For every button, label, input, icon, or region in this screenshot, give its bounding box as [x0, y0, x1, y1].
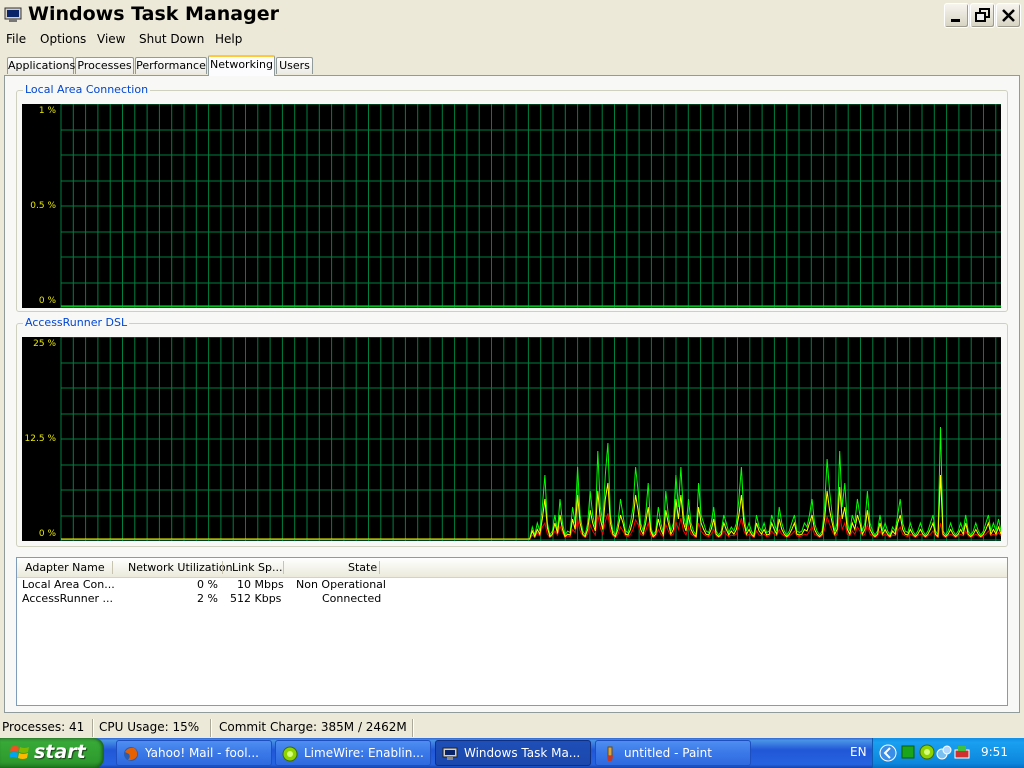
status-cpu-usage: CPU Usage: 15% [99, 720, 200, 734]
show-hidden-icons-icon[interactable] [879, 744, 897, 762]
adapter-utilization: 0 % [197, 578, 218, 591]
y-axis-label: 0 % [38, 296, 56, 306]
taskbar-button-yahoo-mail[interactable]: Yahoo! Mail - fool... [116, 740, 272, 766]
group-title: Local Area Connection [23, 83, 151, 96]
taskmanager-icon [4, 7, 22, 22]
column-network-utilization[interactable]: Network Utilization [128, 561, 233, 574]
tab-networking[interactable]: Networking [208, 55, 275, 76]
column-separator [283, 561, 284, 574]
adapter-link-speed: 10 Mbps [237, 578, 284, 591]
taskbar-button-label: Windows Task Ma... [464, 746, 581, 760]
restore-icon [975, 8, 990, 22]
y-axis-label: 12.5 % [24, 434, 56, 444]
tab-processes[interactable]: Processes [75, 57, 134, 74]
adapter-list[interactable]: Adapter Name Network Utilization Link Sp… [16, 557, 1008, 706]
system-tray: 9:51 [872, 738, 1024, 768]
start-button[interactable]: start [0, 738, 104, 768]
connection-tray-icon[interactable] [954, 744, 970, 760]
menu-shut-down[interactable]: Shut Down [139, 32, 204, 46]
graph-accessrunner-dsl: 25 % 12.5 % 0 % [22, 337, 1001, 541]
y-axis-label: 25 % [33, 339, 56, 349]
paint-icon [607, 746, 613, 761]
close-button[interactable] [996, 3, 1021, 28]
y-axis-label: 1 % [38, 106, 56, 116]
column-link-speed[interactable]: Link Sp... [232, 561, 282, 574]
tab-performance[interactable]: Performance [135, 57, 207, 74]
minimize-icon [951, 19, 960, 22]
status-separator [210, 719, 211, 737]
y-axis-label: 0 % [38, 529, 56, 539]
table-row[interactable]: Local Area Con... 0 % 10 Mbps Non Operat… [17, 578, 1007, 592]
taskbar-button-label: untitled - Paint [624, 746, 712, 760]
limewire-icon [282, 746, 298, 762]
column-separator [222, 561, 223, 574]
taskbar-button-label: LimeWire: Enablin... [304, 746, 424, 760]
menu-bar: File Options View Shut Down Help [0, 31, 1024, 51]
language-indicator[interactable]: EN [850, 745, 867, 759]
menu-file[interactable]: File [6, 32, 26, 46]
column-adapter-name[interactable]: Adapter Name [25, 561, 105, 574]
taskbar-button-paint[interactable]: untitled - Paint [595, 740, 751, 766]
minimize-button[interactable] [944, 3, 969, 28]
tab-strip: Applications Processes Performance Netwo… [0, 55, 1024, 76]
tab-users[interactable]: Users [276, 57, 313, 74]
taskmanager-icon [442, 747, 458, 760]
network-status-icon[interactable] [901, 745, 915, 759]
status-separator [412, 719, 413, 737]
menu-help[interactable]: Help [215, 32, 242, 46]
table-row[interactable]: AccessRunner ... 2 % 512 Kbps Connected [17, 592, 1007, 606]
close-icon [1002, 9, 1015, 22]
adapter-name: Local Area Con... [22, 578, 115, 591]
windows-logo-icon [10, 746, 29, 759]
adapter-name: AccessRunner ... [22, 592, 113, 605]
limewire-tray-icon[interactable] [919, 744, 935, 760]
start-label: start [34, 741, 86, 763]
y-axis-label: 0.5 % [30, 201, 56, 211]
tab-applications[interactable]: Applications [7, 57, 75, 74]
taskbar-button-task-manager[interactable]: Windows Task Ma... [435, 740, 591, 766]
taskbar-button-limewire[interactable]: LimeWire: Enablin... [275, 740, 431, 766]
security-tray-icon[interactable] [936, 744, 952, 760]
column-separator [379, 561, 380, 574]
adapter-state: Non Operational [296, 578, 386, 591]
status-separator [92, 719, 93, 737]
clock[interactable]: 9:51 [981, 745, 1008, 759]
column-state[interactable]: State [348, 561, 377, 574]
adapter-state: Connected [322, 592, 382, 605]
group-title: AccessRunner DSL [23, 316, 130, 329]
adapter-utilization: 2 % [197, 592, 218, 605]
status-processes: Processes: 41 [2, 720, 85, 734]
network-history-graph [60, 104, 1001, 308]
taskbar: start Yahoo! Mail - fool... LimeWire: En… [0, 738, 1024, 768]
firefox-icon [124, 747, 138, 761]
graph-local-area-connection: 1 % 0.5 % 0 % [22, 104, 1001, 308]
network-history-graph [60, 337, 1001, 541]
title-bar: Windows Task Manager [0, 0, 1024, 31]
list-header: Adapter Name Network Utilization Link Sp… [17, 558, 1007, 578]
menu-options[interactable]: Options [40, 32, 86, 46]
column-separator [112, 561, 113, 574]
restore-button[interactable] [970, 3, 995, 28]
menu-view[interactable]: View [97, 32, 125, 46]
adapter-link-speed: 512 Kbps [230, 592, 282, 605]
status-bar: Processes: 41 CPU Usage: 15% Commit Char… [0, 718, 1024, 738]
taskbar-button-label: Yahoo! Mail - fool... [145, 746, 259, 760]
window-title: Windows Task Manager [28, 3, 279, 25]
status-commit-charge: Commit Charge: 385M / 2462M [219, 720, 407, 734]
